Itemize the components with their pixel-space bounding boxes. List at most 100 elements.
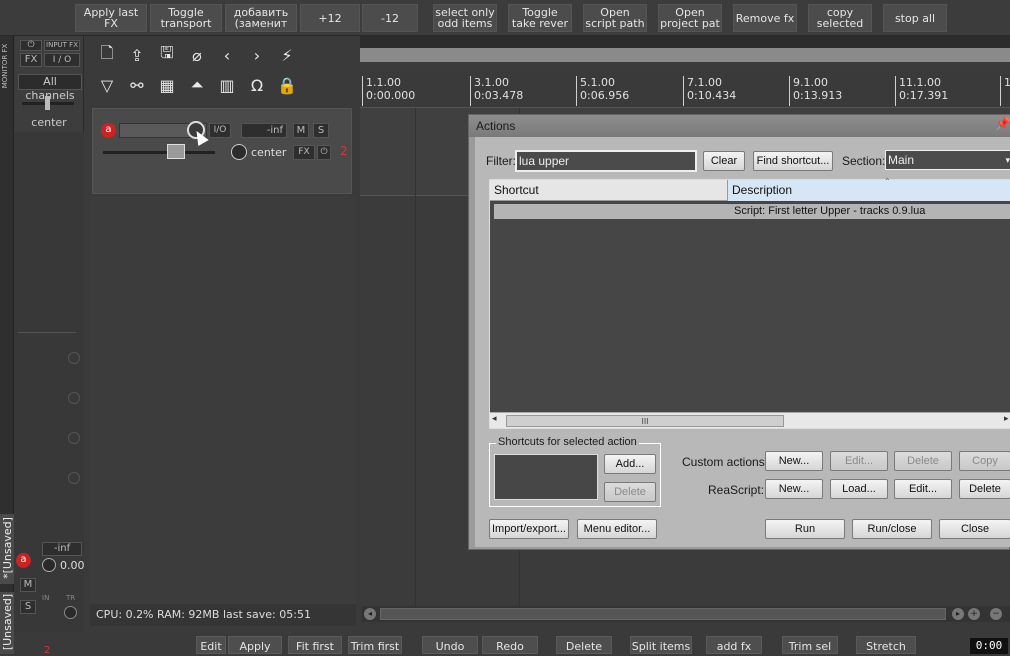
- custom-new-button[interactable]: New...: [765, 451, 823, 471]
- custom-edit-button[interactable]: Edit...: [830, 451, 888, 471]
- split-items-button[interactable]: Split items: [630, 636, 692, 654]
- scroll-right-arrow-icon[interactable]: ▸: [1004, 414, 1009, 424]
- reascript-delete-button[interactable]: Delete: [959, 479, 1010, 499]
- close-button[interactable]: Close: [939, 519, 1010, 539]
- master-mute-button[interactable]: M: [20, 578, 36, 592]
- shortcuts-list[interactable]: [494, 454, 598, 500]
- track-fx-bypass-button[interactable]: ⏻: [317, 145, 331, 160]
- snap-grid-icon[interactable]: ▥: [214, 72, 240, 98]
- transpose-up-button[interactable]: +12: [300, 4, 360, 32]
- track-header[interactable]: a I/O -inf M S center FX ⏻: [92, 108, 352, 194]
- fx-slot-circle[interactable]: [68, 432, 80, 444]
- scroll-thumb[interactable]: [380, 608, 946, 620]
- fx-slot-circle[interactable]: [68, 352, 80, 364]
- lock-icon[interactable]: 🔒: [274, 72, 300, 98]
- ripple-icon[interactable]: ⏶: [184, 72, 210, 98]
- monitor-fx-button[interactable]: FX: [20, 53, 42, 67]
- add-replace-button[interactable]: добавить (заменит: [225, 4, 297, 32]
- open-project-icon[interactable]: ⇪: [124, 42, 150, 68]
- open-script-path-button[interactable]: Open script path: [583, 4, 647, 32]
- custom-copy-button[interactable]: Copy: [959, 451, 1010, 471]
- reascript-edit-button[interactable]: Edit...: [894, 479, 952, 499]
- reascript-new-button[interactable]: New...: [765, 479, 823, 499]
- stretch-button[interactable]: Stretch: [856, 636, 916, 654]
- track-pan-knob[interactable]: [231, 144, 247, 160]
- new-project-icon[interactable]: 🗋: [94, 42, 120, 68]
- stop-all-button[interactable]: stop all: [883, 4, 947, 32]
- unsaved-tab-2[interactable]: [Unsaved]: [0, 592, 14, 654]
- track-io-button[interactable]: I/O: [209, 123, 231, 138]
- arrange-hscrollbar[interactable]: ◂ ▸ + −: [362, 606, 1010, 622]
- pin-icon[interactable]: 📌: [995, 117, 1010, 132]
- track-volume-handle[interactable]: [167, 144, 185, 159]
- list-scroll-thumb[interactable]: III: [506, 415, 784, 427]
- master-fx-circle[interactable]: [64, 606, 77, 619]
- attach-icon[interactable]: ⌀: [184, 42, 210, 68]
- shortcut-column-header[interactable]: Shortcut: [494, 183, 539, 197]
- table-row[interactable]: Script: First letter Upper - tracks 0.9.…: [494, 204, 1010, 219]
- delete-button[interactable]: Delete: [556, 636, 612, 654]
- undo-arrow-icon[interactable]: ‹: [214, 42, 240, 68]
- redo-button[interactable]: Redo: [482, 636, 538, 654]
- monitor-pan-slider[interactable]: [22, 96, 74, 110]
- delete-shortcut-button[interactable]: Delete: [604, 482, 656, 502]
- track-solo-button[interactable]: S: [313, 123, 329, 138]
- clear-button[interactable]: Clear: [703, 151, 745, 171]
- magnet-icon[interactable]: Ω: [244, 72, 270, 98]
- track-volume-slider[interactable]: [103, 144, 215, 159]
- zoom-in-icon[interactable]: +: [968, 608, 980, 620]
- run-close-button[interactable]: Run/close: [852, 519, 932, 539]
- add-shortcut-button[interactable]: Add...: [604, 454, 656, 474]
- monitor-io-button[interactable]: I / O: [44, 53, 80, 67]
- fit-first-button[interactable]: Fit first: [288, 636, 342, 654]
- redo-arrow-icon[interactable]: ›: [244, 42, 270, 68]
- all-channels-select[interactable]: All channels: [18, 74, 82, 102]
- master-arm-button[interactable]: a: [16, 553, 31, 568]
- filter-input[interactable]: lua upper: [515, 150, 697, 172]
- reascript-load-button[interactable]: Load...: [830, 479, 888, 499]
- input-fx-button[interactable]: INPUT FX: [44, 40, 80, 51]
- trim-first-button[interactable]: Trim first: [348, 636, 402, 654]
- actions-title-bar[interactable]: Actions 📌: [469, 115, 1010, 137]
- custom-delete-button[interactable]: Delete: [894, 451, 952, 471]
- description-column-header[interactable]: Description ⌃: [728, 177, 1010, 201]
- open-project-path-button[interactable]: Open project pat: [658, 4, 722, 32]
- track-fx-button[interactable]: FX: [293, 145, 315, 160]
- select-odd-items-button[interactable]: select only odd items: [433, 4, 497, 32]
- master-volume-knob[interactable]: [42, 558, 56, 572]
- toggle-take-reverse-button[interactable]: Toggle take rever: [508, 4, 572, 32]
- list-hscrollbar[interactable]: ◂ III ▸: [490, 412, 1010, 428]
- apply-last-fx-button[interactable]: Apply last FX: [75, 4, 147, 32]
- scroll-left-icon[interactable]: ◂: [364, 608, 376, 620]
- undo-button[interactable]: Undo: [422, 636, 478, 654]
- trim-sel-button[interactable]: Trim sel: [782, 636, 838, 654]
- track-mute-button[interactable]: M: [293, 123, 309, 138]
- actions-list[interactable]: Shortcut Description ⌃ Script: First let…: [489, 177, 1010, 429]
- metronome-icon[interactable]: ⚡: [274, 42, 300, 68]
- master-solo-button[interactable]: S: [20, 600, 36, 614]
- monitor-pan-handle[interactable]: [45, 96, 50, 110]
- menu-editor-button[interactable]: Menu editor...: [577, 519, 657, 539]
- edit-button[interactable]: Edit: [196, 636, 226, 654]
- track-arm-button[interactable]: a: [101, 123, 116, 138]
- apply-last-button[interactable]: Apply last: [228, 636, 282, 654]
- toggle-transport-button[interactable]: Toggle transport: [150, 4, 222, 32]
- scroll-right-icon[interactable]: ▸: [952, 608, 964, 620]
- fx-slot-circle[interactable]: [68, 392, 80, 404]
- power-toggle[interactable]: ⏻: [20, 40, 42, 51]
- add-fx-button[interactable]: add fx: [706, 636, 762, 654]
- section-select[interactable]: Main ▾: [885, 150, 1010, 170]
- remove-fx-button[interactable]: Remove fx: [733, 4, 797, 32]
- envelope-icon[interactable]: ▽: [94, 72, 120, 98]
- run-button[interactable]: Run: [765, 519, 845, 539]
- unsaved-tab-1[interactable]: *[Unsaved]: [0, 514, 14, 584]
- import-export-button[interactable]: Import/export...: [489, 519, 569, 539]
- zoom-out-icon[interactable]: −: [990, 608, 1002, 620]
- save-project-icon[interactable]: 🖫: [154, 42, 180, 68]
- grid-icon[interactable]: ▦: [154, 72, 180, 98]
- link-icon[interactable]: ⚯: [124, 72, 150, 98]
- find-shortcut-button[interactable]: Find shortcut...: [753, 151, 833, 171]
- scroll-left-arrow-icon[interactable]: ◂: [492, 414, 497, 424]
- fx-slot-circle[interactable]: [68, 472, 80, 484]
- copy-selected-button[interactable]: copy selected: [808, 4, 872, 32]
